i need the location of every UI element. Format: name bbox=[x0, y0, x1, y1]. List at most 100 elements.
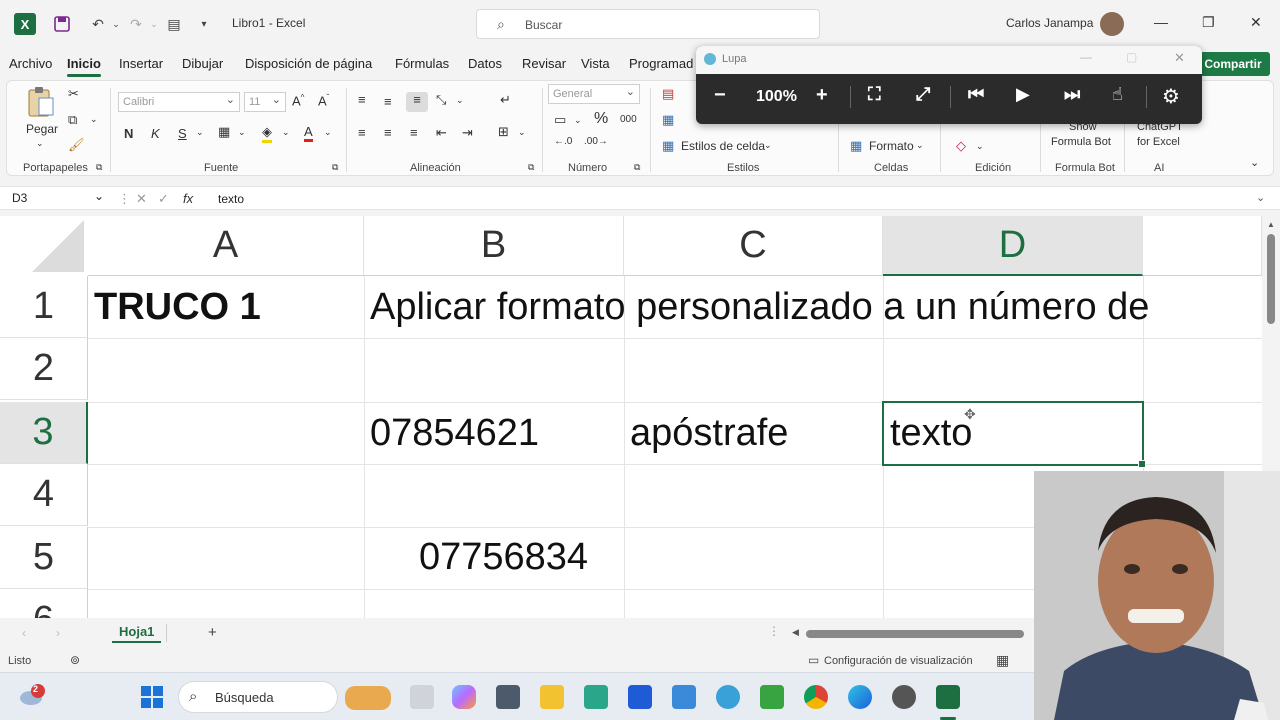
taskbar-search[interactable]: ⌕ Búsqueda bbox=[178, 681, 391, 713]
tab-revisar[interactable]: Revisar bbox=[522, 56, 566, 71]
undo-icon[interactable]: ↶ bbox=[88, 14, 108, 34]
cell-c3[interactable]: apóstrafe bbox=[630, 412, 788, 455]
read-from-here-icon[interactable]: ☝ bbox=[1112, 84, 1123, 105]
tab-archivo[interactable]: Archivo bbox=[9, 56, 52, 71]
display-settings-button[interactable]: Configuración de visualización bbox=[824, 655, 973, 667]
camtasia-icon[interactable] bbox=[760, 685, 784, 709]
align-left-icon[interactable]: ≡ bbox=[358, 125, 366, 140]
increase-font-icon[interactable]: A^ bbox=[292, 93, 304, 108]
close-icon[interactable]: ✕ bbox=[1250, 14, 1262, 31]
redo-icon[interactable]: ↷ bbox=[126, 14, 146, 34]
magnifier-window[interactable]: Lupa — ▢ ✕ − 100% + ⛶ ⤢ ⏮ ▶ ⏭ ☝ ⚙ bbox=[696, 46, 1202, 124]
tab-formulas[interactable]: Fórmulas bbox=[395, 56, 449, 71]
minimize-icon[interactable]: — bbox=[1154, 14, 1168, 30]
fill-color-dropdown-icon[interactable]: ⌄ bbox=[282, 127, 290, 138]
cell-a1[interactable]: TRUCO 1 bbox=[94, 286, 261, 329]
column-header-a[interactable]: A bbox=[88, 216, 364, 276]
number-format-select[interactable]: General bbox=[548, 84, 640, 104]
normal-view-icon[interactable]: ▦ bbox=[996, 652, 1009, 669]
conditional-format-icon[interactable]: ▤ bbox=[662, 86, 674, 102]
alignment-launcher-icon[interactable]: ⧉ bbox=[528, 162, 534, 173]
cell-b3[interactable]: 07854621 bbox=[370, 412, 539, 455]
scroll-up-icon[interactable]: ▲ bbox=[1267, 220, 1275, 229]
thousands-separator-button[interactable]: 000 bbox=[620, 114, 637, 125]
chatgpt-button[interactable]: for Excel bbox=[1137, 136, 1180, 148]
accounting-dropdown-icon[interactable]: ⌄ bbox=[574, 115, 582, 126]
settings-gear-icon[interactable]: ⚙ bbox=[1162, 84, 1180, 109]
tab-programador[interactable]: Programad bbox=[629, 56, 693, 71]
font-color-icon[interactable]: A bbox=[304, 124, 313, 142]
paste-dropdown-icon[interactable]: ⌄ bbox=[36, 138, 44, 149]
task-view-icon[interactable] bbox=[410, 685, 434, 709]
user-name[interactable]: Carlos Janampa bbox=[1006, 16, 1093, 30]
restore-icon[interactable]: ❐ bbox=[1202, 14, 1215, 31]
orientation-icon[interactable]: ⤡ bbox=[436, 92, 446, 108]
tab-vista[interactable]: Vista bbox=[581, 56, 610, 71]
windows-start-icon[interactable] bbox=[140, 685, 164, 709]
row-header-4[interactable]: 4 bbox=[0, 464, 88, 526]
excel-taskbar-icon[interactable] bbox=[936, 685, 960, 709]
clear-icon[interactable]: ◇ bbox=[956, 138, 966, 154]
file-explorer-icon[interactable] bbox=[540, 685, 564, 709]
row-header-6[interactable]: 6 bbox=[0, 589, 88, 618]
column-header-c[interactable]: C bbox=[624, 216, 883, 276]
horizontal-scroll-thumb[interactable] bbox=[806, 630, 1024, 638]
number-launcher-icon[interactable]: ⧉ bbox=[634, 162, 640, 173]
accessibility-icon[interactable]: ⊚ bbox=[70, 653, 80, 667]
cell-styles-dropdown-icon[interactable]: ⌄ bbox=[764, 140, 772, 151]
clipboard-launcher-icon[interactable]: ⧉ bbox=[96, 162, 102, 173]
borders-icon[interactable]: ▦ bbox=[218, 124, 230, 140]
confirm-entry-icon[interactable]: ✓ bbox=[158, 191, 169, 207]
fill-color-icon[interactable]: ◈ bbox=[262, 124, 272, 143]
font-color-dropdown-icon[interactable]: ⌄ bbox=[324, 127, 332, 138]
tab-inicio[interactable]: Inicio bbox=[67, 56, 101, 77]
column-header-b[interactable]: B bbox=[364, 216, 624, 276]
vscode-icon[interactable] bbox=[628, 685, 652, 709]
share-button[interactable]: Compartir bbox=[1196, 52, 1270, 76]
name-box[interactable]: D3 bbox=[6, 189, 108, 209]
borders-dropdown-icon[interactable]: ⌄ bbox=[238, 127, 246, 138]
orientation-dropdown-icon[interactable]: ⌄ bbox=[456, 95, 464, 106]
save-icon[interactable] bbox=[52, 14, 72, 34]
formula-bot-button[interactable]: Formula Bot bbox=[1051, 136, 1111, 148]
increase-decimal-icon[interactable]: ←.0 bbox=[554, 136, 572, 147]
percent-button[interactable]: % bbox=[594, 110, 608, 128]
insert-function-button[interactable]: fx bbox=[183, 191, 193, 206]
clear-dropdown-icon[interactable]: ⌄ bbox=[976, 141, 984, 152]
italic-button[interactable]: K bbox=[151, 126, 160, 141]
cell-styles-icon[interactable]: ▦ bbox=[662, 138, 674, 154]
tab-dibujar[interactable]: Dibujar bbox=[182, 56, 223, 71]
undo-dropdown-icon[interactable]: ⌄ bbox=[106, 14, 126, 34]
add-sheet-button[interactable]: + bbox=[208, 624, 217, 641]
search-input[interactable]: ⌕ Buscar bbox=[476, 9, 820, 39]
font-name-select[interactable]: Calibri bbox=[118, 92, 240, 112]
format-button[interactable]: Formato bbox=[869, 139, 914, 153]
zoom-app-icon[interactable] bbox=[584, 685, 608, 709]
row-header-1[interactable]: 1 bbox=[0, 276, 88, 338]
select-all-corner[interactable] bbox=[0, 216, 88, 276]
merge-center-icon[interactable]: ⊞ bbox=[498, 124, 509, 140]
merge-dropdown-icon[interactable]: ⌄ bbox=[518, 127, 526, 138]
align-center-icon[interactable]: ≡ bbox=[384, 125, 392, 140]
align-bottom-icon[interactable]: ≡ bbox=[406, 92, 428, 112]
cancel-entry-icon[interactable]: ✕ bbox=[136, 191, 147, 207]
scroll-left-icon[interactable]: ◀ bbox=[792, 627, 799, 638]
collapse-ribbon-icon[interactable]: ⌄ bbox=[1250, 156, 1259, 169]
font-size-select[interactable]: 11 bbox=[244, 92, 286, 112]
avatar[interactable] bbox=[1100, 12, 1124, 36]
column-header-d[interactable]: D bbox=[883, 216, 1143, 276]
obs-icon[interactable] bbox=[892, 685, 916, 709]
format-as-table-icon[interactable]: ▦ bbox=[662, 112, 674, 128]
decrease-font-icon[interactable]: Aˇ bbox=[318, 93, 329, 108]
row-header-3[interactable]: 3 bbox=[0, 402, 88, 464]
magnifier-maximize-icon[interactable]: ▢ bbox=[1126, 50, 1137, 64]
expand-icon[interactable]: ⤢ bbox=[916, 84, 930, 105]
magnifier-titlebar[interactable]: Lupa — ▢ ✕ bbox=[696, 46, 1202, 74]
copy-icon[interactable]: ⧉ bbox=[68, 112, 77, 128]
read-previous-icon[interactable]: ⏮ bbox=[968, 84, 984, 105]
font-launcher-icon[interactable]: ⧉ bbox=[332, 162, 338, 173]
calculator-icon[interactable] bbox=[496, 685, 520, 709]
magnifier-close-icon[interactable]: ✕ bbox=[1174, 50, 1185, 66]
cut-icon[interactable]: ✂ bbox=[68, 86, 79, 102]
increase-indent-icon[interactable]: ⇥ bbox=[462, 125, 473, 141]
